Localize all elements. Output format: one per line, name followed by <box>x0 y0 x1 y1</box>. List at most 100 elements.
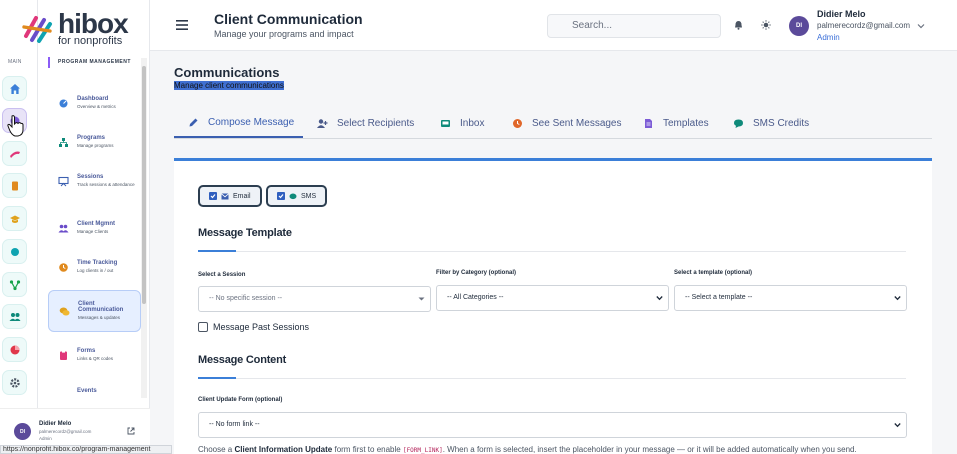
sidebar-item-sub: Messages & updates <box>78 315 121 321</box>
tab-label: See Sent Messages <box>532 118 622 129</box>
sidebar-item-sessions[interactable]: Sessions Track sessions & attendance <box>48 160 141 202</box>
section-heading: PROGRAM MANAGEMENT <box>48 57 131 68</box>
search-input[interactable]: Search... <box>547 14 721 38</box>
helper-mid: form first to enable <box>332 445 403 454</box>
template-section-title: Message Template <box>198 227 292 239</box>
sidebar-item-time-tracking[interactable]: Time Tracking Log clients in / out <box>48 246 141 288</box>
channel-label: SMS <box>301 192 317 200</box>
tab-select-recipients[interactable]: Select Recipients <box>317 109 414 138</box>
template-label: Select a template (optional) <box>674 270 753 276</box>
form-helper-text: Choose a Client Information Update form … <box>198 445 857 454</box>
sidebar-item-sub: Overview & metrics <box>77 104 116 110</box>
avatar: DI <box>14 423 31 440</box>
past-sessions-option[interactable]: Message Past Sessions <box>198 322 309 332</box>
sms-channel-toggle[interactable]: SMS <box>266 185 328 207</box>
users-icon <box>58 224 69 232</box>
sidebar-item-sub: Manage programs <box>77 143 114 149</box>
chevron-down-icon[interactable] <box>917 23 925 29</box>
helper-pre: Choose a <box>198 445 235 454</box>
sidebar-item-programs[interactable]: Programs Manage programs <box>48 121 141 163</box>
rail-education-button[interactable] <box>2 206 27 231</box>
branch-icon <box>9 279 20 290</box>
hamburger-menu-icon[interactable] <box>176 20 188 30</box>
past-sessions-checkbox[interactable] <box>198 322 208 332</box>
envelope-icon <box>221 192 229 199</box>
form-select[interactable]: -- No form link -- <box>198 412 907 438</box>
bell-icon[interactable] <box>734 20 743 30</box>
caret-down-icon <box>418 297 425 301</box>
tab-bar: Compose Message Select Recipients Inbox … <box>174 109 932 139</box>
category-select-value: -- All Categories -- <box>447 294 504 301</box>
check-icon <box>210 194 216 199</box>
rail-branch-button[interactable] <box>2 272 27 297</box>
tab-compose-message[interactable]: Compose Message <box>174 109 303 138</box>
sidebar: hibox for nonprofits PROGRAM MANAGEMENT … <box>22 0 150 454</box>
graduation-icon <box>9 215 20 223</box>
rail-label: MAIN <box>8 59 22 65</box>
category-select[interactable]: -- All Categories -- <box>436 285 669 311</box>
user-plus-icon <box>317 119 328 128</box>
sidebar-item-client-mgmnt[interactable]: Client Mgmnt Manage Clients <box>48 207 141 249</box>
helper-post: . When a form is selected, insert the pl… <box>442 445 857 454</box>
tab-inbox[interactable]: Inbox <box>440 109 484 138</box>
book-icon <box>11 181 18 190</box>
header-user-role: Admin <box>817 33 840 42</box>
chevron-down-icon <box>894 296 901 301</box>
footer-user-role: Admin <box>39 436 52 441</box>
main-content: Communications Manage client communicati… <box>150 51 957 454</box>
sidebar-scroll-thumb[interactable] <box>142 66 146 304</box>
sidebar-item-title: Time Tracking <box>77 260 118 267</box>
header-user-name: Didier Melo <box>817 9 866 19</box>
brand-logo[interactable]: hibox for nonprofits <box>22 10 129 47</box>
inbox-icon <box>441 120 450 127</box>
theme-toggle-icon[interactable] <box>761 20 771 30</box>
category-label: Filter by Category (optional) <box>436 270 517 276</box>
helper-code: [FORM_LINK] <box>402 447 443 454</box>
rail-travel-button[interactable] <box>2 141 27 166</box>
compose-card: Email SMS Message Template Select a Sess… <box>174 158 932 454</box>
sidebar-scrollbar[interactable] <box>141 58 147 398</box>
footer-user-email: palmerecordz@gmail.com <box>39 429 92 434</box>
session-select[interactable]: -- No specific session -- <box>198 286 431 312</box>
rail-circle-button[interactable] <box>2 239 27 264</box>
tab-label: Inbox <box>460 118 485 129</box>
avatar[interactable]: DI <box>789 16 809 36</box>
pencil-icon <box>189 118 198 127</box>
rail-reports-button[interactable] <box>2 337 27 362</box>
page-title: Client Communication <box>214 11 363 27</box>
sidebar-item-sub: Log clients in / out <box>77 268 114 274</box>
sidebar-item-title: Client Communication <box>78 301 124 314</box>
sidebar-item-client-communication[interactable]: Client Communication Messages & updates <box>48 290 141 332</box>
tab-see-sent-messages[interactable]: See Sent Messages <box>512 109 622 138</box>
helper-bold: Client Information Update <box>234 445 333 454</box>
plane-icon <box>9 151 20 158</box>
external-link-icon[interactable] <box>127 427 135 435</box>
email-channel-toggle[interactable]: Email <box>198 185 262 207</box>
tab-label: SMS Credits <box>753 118 810 129</box>
chevron-down-icon <box>894 423 901 428</box>
tab-label: Templates <box>663 118 709 129</box>
checkbox-checked[interactable] <box>277 192 285 200</box>
tab-templates[interactable]: Templates <box>643 109 709 138</box>
template-select[interactable]: -- Select a template -- <box>674 285 907 311</box>
sidebar-item-dashboard[interactable]: Dashboard Overview & metrics <box>48 82 141 124</box>
circle-icon <box>10 247 19 256</box>
sidebar-item-title: Forms <box>77 348 96 355</box>
rail-book-button[interactable] <box>2 173 27 198</box>
tab-sms-credits[interactable]: SMS Credits <box>733 109 809 138</box>
brand-tagline: for nonprofits <box>58 35 123 47</box>
section-subtitle-text: Manage client communications <box>174 81 284 90</box>
rail-home-button[interactable] <box>2 76 27 101</box>
rail-people-button[interactable] <box>2 304 27 329</box>
logo-mark-icon <box>22 14 56 44</box>
checkbox-checked[interactable] <box>209 192 217 200</box>
form-select-value: -- No form link -- <box>209 421 260 428</box>
page-subtitle: Manage your programs and impact <box>214 29 354 39</box>
rail-settings-button[interactable] <box>2 370 27 395</box>
sidebar-item-title: Dashboard <box>77 96 109 103</box>
sidebar-item-events[interactable]: Events <box>48 370 141 412</box>
clipboard-icon <box>60 350 67 360</box>
channel-label: Email <box>233 192 251 200</box>
people-icon <box>9 312 20 321</box>
form-label: Client Update Form (optional) <box>198 397 283 403</box>
